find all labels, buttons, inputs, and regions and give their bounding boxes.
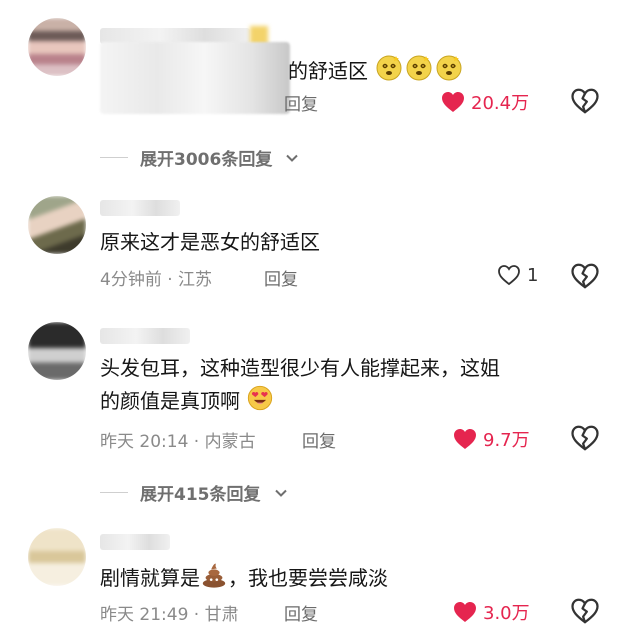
heart-eyes-emoji	[246, 384, 274, 412]
chevron-down-icon	[273, 485, 289, 501]
expand-replies-button[interactable]: 展开415条回复	[100, 480, 289, 505]
avatar[interactable]	[28, 18, 86, 76]
reply-button[interactable]: 回复	[284, 90, 318, 115]
comment-text: 头发包耳，这种造型很少有人能撑起来，这姐 的颜值是真顶啊	[100, 356, 500, 413]
dizzy-face-emoji	[404, 52, 434, 82]
poop-emoji	[200, 561, 228, 589]
reply-button[interactable]: 回复	[302, 427, 336, 452]
avatar[interactable]	[28, 528, 86, 586]
comment-text: 原来这才是恶女的舒适区	[100, 230, 320, 254]
like-count: 9.7万	[483, 430, 530, 451]
username[interactable]	[100, 534, 170, 550]
like-button[interactable]: 20.4万	[441, 89, 529, 115]
expand-label: 展开3006条回复	[140, 150, 273, 170]
avatar[interactable]	[28, 196, 86, 254]
broken-heart-icon[interactable]	[570, 87, 600, 115]
username[interactable]	[100, 328, 190, 344]
blurred-text	[100, 42, 290, 114]
like-count: 3.0万	[483, 603, 530, 624]
avatar[interactable]	[28, 322, 86, 380]
expand-replies-button[interactable]: 展开3006条回复	[100, 145, 300, 170]
comment-meta: 昨天 21:49 · 甘肃	[100, 605, 239, 625]
broken-heart-icon[interactable]	[570, 424, 600, 452]
like-button[interactable]: 1	[497, 264, 538, 286]
reply-button[interactable]: 回复	[264, 265, 298, 290]
dizzy-face-emoji	[434, 52, 464, 82]
comment-meta: 昨天 20:14 · 内蒙古	[100, 432, 256, 452]
reply-button[interactable]: 回复	[284, 600, 318, 625]
heart-filled-icon	[453, 428, 477, 450]
heart-outline-icon	[497, 264, 521, 286]
comment-meta: 4分钟前 · 江苏	[100, 270, 213, 290]
like-button[interactable]: 9.7万	[453, 426, 530, 452]
broken-heart-icon[interactable]	[570, 262, 600, 290]
like-count: 20.4万	[471, 93, 530, 114]
chevron-down-icon	[284, 150, 300, 166]
divider	[100, 492, 128, 493]
expand-label: 展开415条回复	[140, 485, 261, 505]
like-button[interactable]: 3.0万	[453, 599, 530, 625]
broken-heart-icon[interactable]	[570, 597, 600, 625]
divider	[100, 157, 128, 158]
comment-text: 的舒适区	[288, 52, 464, 87]
comment-text: 剧情就算是 ，我也要尝尝咸淡	[100, 561, 388, 594]
like-count: 1	[527, 264, 539, 286]
dizzy-face-emoji	[374, 52, 404, 82]
username[interactable]	[100, 200, 180, 216]
heart-filled-icon	[441, 91, 465, 113]
heart-filled-icon	[453, 601, 477, 623]
